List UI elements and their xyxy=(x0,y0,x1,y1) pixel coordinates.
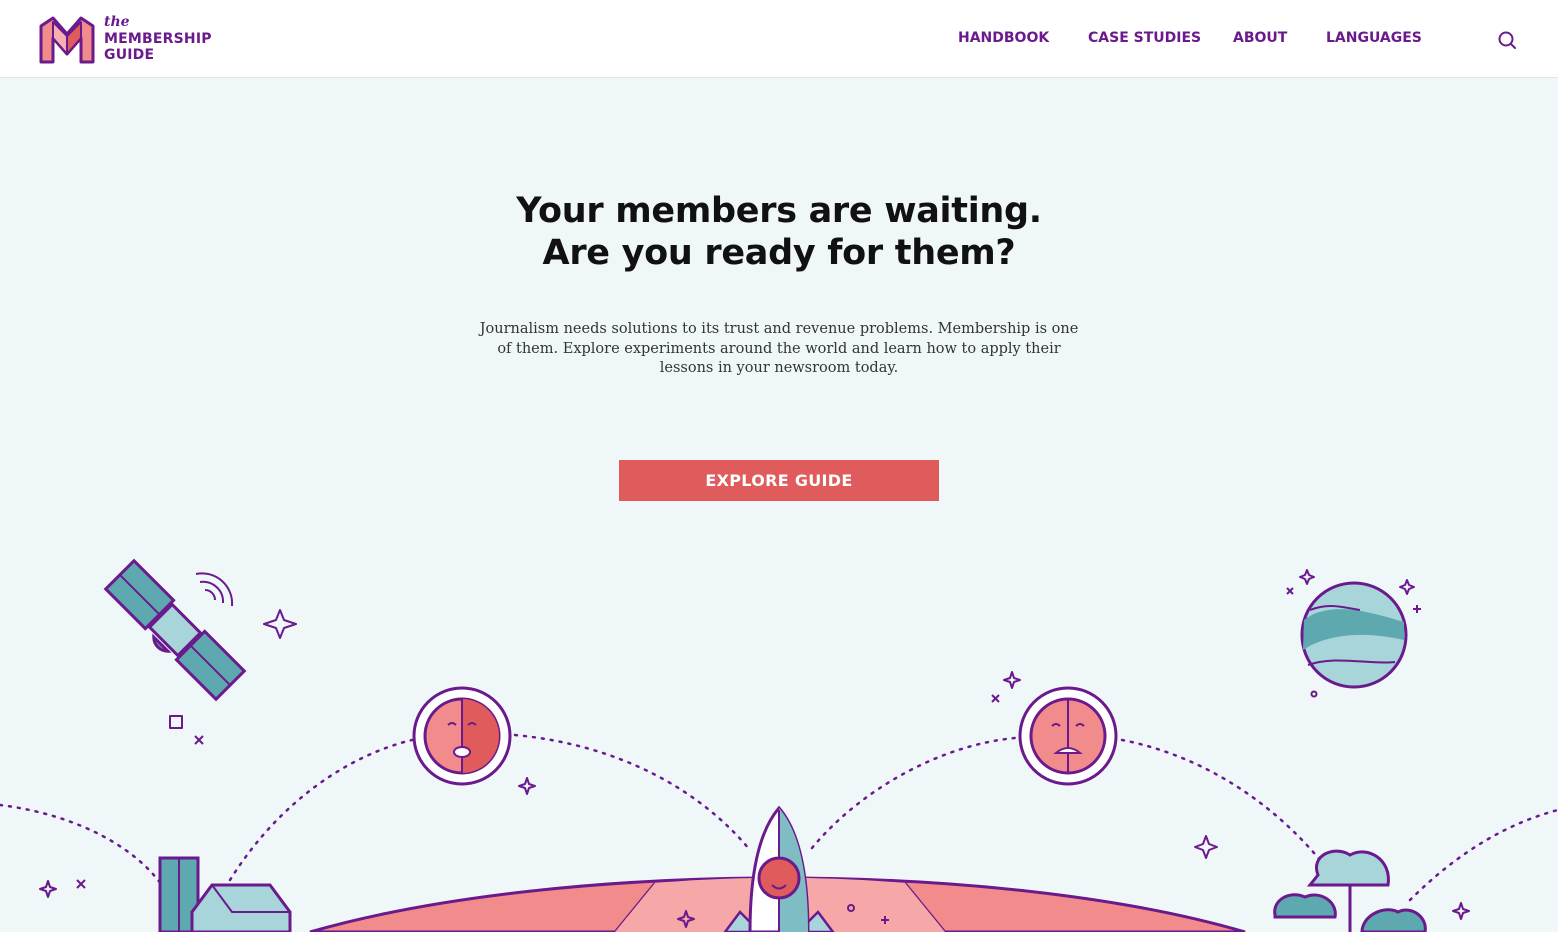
hero-illustration xyxy=(0,558,1558,932)
nav-about[interactable]: ABOUT xyxy=(1233,30,1287,46)
logo-membership: MEMBERSHIP xyxy=(104,31,212,47)
explore-guide-button[interactable]: EXPLORE GUIDE xyxy=(619,460,939,501)
headline-line-2: Are you ready for them? xyxy=(542,233,1016,273)
search-icon xyxy=(1498,31,1516,49)
planet xyxy=(1300,581,1408,689)
satellite-signal xyxy=(195,572,234,607)
logo-guide: GUIDE xyxy=(104,47,155,63)
hero-headline: Your members are waiting. Are you ready … xyxy=(329,190,1229,274)
trees xyxy=(1273,849,1427,932)
site-logo[interactable]: the MEMBERSHIP GUIDE xyxy=(38,14,238,66)
site-header: the MEMBERSHIP GUIDE HANDBOOK CASE STUDI… xyxy=(0,0,1558,78)
nav-handbook[interactable]: HANDBOOK xyxy=(958,30,1049,46)
face-left xyxy=(412,686,512,786)
nav-languages[interactable]: LANGUAGES xyxy=(1326,30,1422,46)
rocket xyxy=(723,805,835,932)
buildings xyxy=(158,856,292,932)
logo-m-icon xyxy=(39,16,95,64)
logo-the: the xyxy=(104,14,130,30)
hero-intro: Journalism needs solutions to its trust … xyxy=(479,321,1079,376)
headline-line-1: Your members are waiting. xyxy=(516,191,1042,231)
nav-case-studies[interactable]: CASE STUDIES xyxy=(1088,30,1201,46)
face-right xyxy=(1018,686,1118,786)
search-button[interactable] xyxy=(1496,29,1518,51)
